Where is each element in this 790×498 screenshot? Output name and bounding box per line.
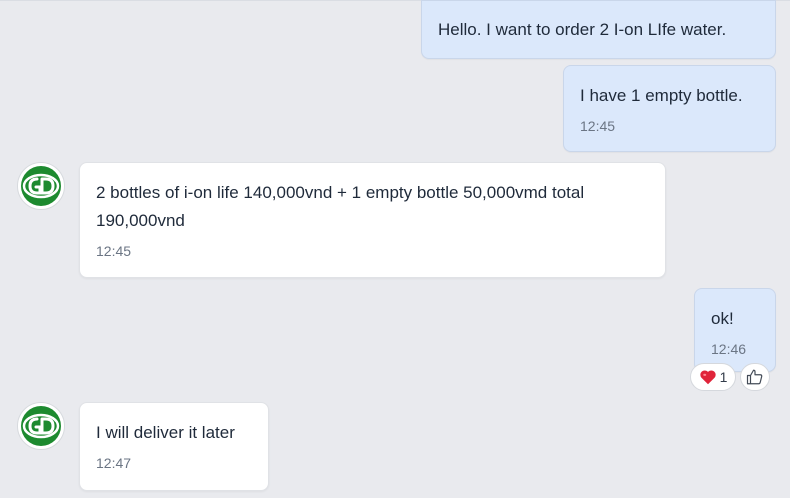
gd-logo-icon	[21, 406, 61, 446]
heart-icon	[699, 370, 716, 385]
message-text: I have 1 empty bottle.	[580, 86, 743, 105]
thumbs-up-icon	[746, 369, 763, 385]
message-bubble-outgoing[interactable]: Hello. I want to order 2 I-on LIfe water…	[421, 0, 776, 59]
gd-logo-icon	[21, 166, 61, 206]
message-bubble-incoming[interactable]: I will deliver it later 12:47	[79, 402, 269, 491]
message-text: Hello. I want to order 2 I-on LIfe water…	[438, 20, 727, 39]
message-text: ok!	[711, 309, 734, 328]
message-time: 12:45	[96, 243, 132, 259]
message-bubble-outgoing[interactable]: ok! 12:46	[694, 288, 776, 372]
heart-reaction[interactable]: 1	[690, 363, 736, 391]
message-bubble-outgoing[interactable]: I have 1 empty bottle. 12:45	[563, 65, 776, 152]
like-reaction-button[interactable]	[740, 363, 770, 391]
contact-avatar[interactable]	[17, 162, 65, 210]
message-bubble-incoming[interactable]: 2 bottles of i-on life 140,000vnd + 1 em…	[79, 162, 666, 278]
message-time: 12:46	[711, 341, 747, 357]
contact-avatar[interactable]	[17, 402, 65, 450]
reaction-count: 1	[719, 369, 728, 385]
message-time: 12:47	[96, 455, 132, 471]
message-text: I will deliver it later	[96, 423, 235, 442]
message-time: 12:45	[580, 118, 616, 134]
message-text: 2 bottles of i-on life 140,000vnd + 1 em…	[96, 183, 585, 230]
